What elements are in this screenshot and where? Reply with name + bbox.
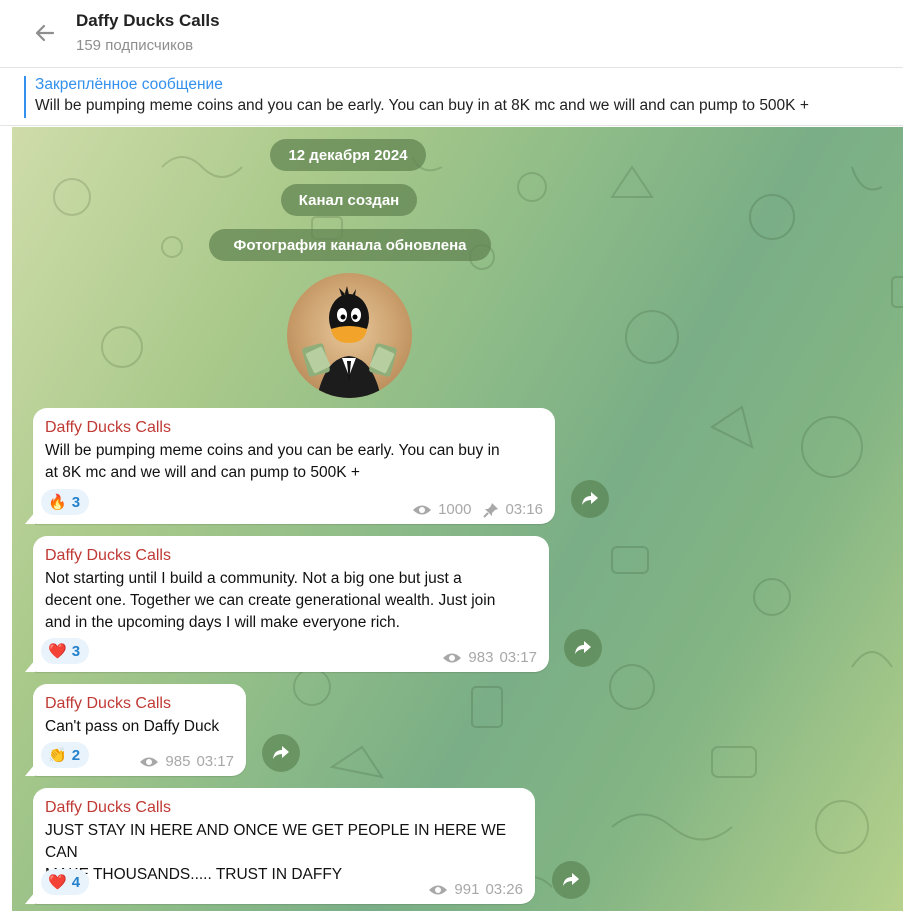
- view-count: 985: [165, 753, 191, 770]
- reaction-count: 4: [71, 873, 81, 891]
- clap-icon: 👏: [48, 746, 67, 764]
- message-time: 03:17: [499, 649, 537, 666]
- message-bubble[interactable]: Daffy Ducks Calls Not starting until I b…: [25, 536, 549, 672]
- share-icon: [582, 492, 598, 505]
- date-separator: 12 декабря 2024: [270, 139, 426, 171]
- fire-icon: 🔥: [48, 493, 67, 511]
- message-author[interactable]: Daffy Ducks Calls: [45, 418, 541, 438]
- pinned-message-bar[interactable]: Закреплённое сообщение Will be pumping m…: [0, 68, 903, 126]
- pin-icon: [483, 502, 499, 518]
- reaction-fire[interactable]: 🔥 3: [41, 489, 90, 515]
- message-meta: 991 03:26: [428, 881, 523, 898]
- chat-area[interactable]: 12 декабря 2024 Канал создан Фотография …: [12, 127, 903, 911]
- message-time: 03:26: [485, 881, 523, 898]
- reaction-count: 3: [71, 493, 81, 511]
- pinned-indicator: [24, 76, 26, 118]
- chat-header: Daffy Ducks Calls 159 подписчиков: [0, 0, 903, 68]
- subscriber-count: 159 подписчиков: [76, 37, 194, 54]
- message-time: 03:16: [505, 501, 543, 518]
- message-author[interactable]: Daffy Ducks Calls: [45, 694, 232, 714]
- view-count: 1000: [438, 501, 472, 518]
- reaction-clap[interactable]: 👏 2: [41, 742, 90, 768]
- message-bubble[interactable]: Daffy Ducks Calls Can't pass on Daffy Du…: [25, 684, 246, 776]
- share-icon: [563, 873, 579, 886]
- share-button[interactable]: [564, 629, 602, 667]
- share-button[interactable]: [552, 861, 590, 899]
- service-photo-updated: Фотография канала обновлена: [209, 229, 491, 261]
- channel-title[interactable]: Daffy Ducks Calls: [76, 11, 220, 31]
- back-arrow-icon: [35, 24, 55, 42]
- message-bubble[interactable]: Daffy Ducks Calls Will be pumping meme c…: [25, 408, 555, 524]
- reaction-count: 3: [71, 642, 81, 660]
- share-icon: [273, 746, 289, 759]
- channel-photo[interactable]: [287, 273, 412, 398]
- pinned-title: Закреплённое сообщение: [35, 76, 223, 93]
- heart-icon: ❤️: [48, 642, 67, 660]
- message-text: Not starting until I build a community. …: [45, 570, 496, 631]
- message-text: Can't pass on Daffy Duck: [45, 718, 220, 735]
- eye-icon: [443, 653, 462, 662]
- message-meta: 1000 03:16: [412, 501, 543, 518]
- message-text: JUST STAY IN HERE AND ONCE WE GET PEOPLE…: [45, 822, 507, 883]
- daffy-duck-image: [302, 286, 397, 398]
- reaction-heart[interactable]: ❤️ 3: [41, 638, 90, 664]
- share-button[interactable]: [262, 734, 300, 772]
- view-count: 983: [468, 649, 494, 666]
- view-count: 991: [454, 881, 480, 898]
- eye-icon: [413, 505, 432, 514]
- share-button[interactable]: [571, 480, 609, 518]
- message-meta: 985 03:17: [139, 753, 234, 770]
- message-author[interactable]: Daffy Ducks Calls: [45, 798, 521, 818]
- reaction-count: 2: [71, 746, 81, 764]
- share-icon: [575, 641, 591, 654]
- message-text: Will be pumping meme coins and you can b…: [45, 442, 500, 481]
- pinned-text: Will be pumping meme coins and you can b…: [35, 97, 809, 114]
- back-button[interactable]: [28, 16, 62, 50]
- heart-icon: ❤️: [48, 873, 67, 891]
- message-time: 03:17: [196, 753, 234, 770]
- reaction-heart[interactable]: ❤️ 4: [41, 869, 90, 895]
- message-meta: 983 03:17: [442, 649, 537, 666]
- service-channel-created: Канал создан: [281, 184, 417, 216]
- message-author[interactable]: Daffy Ducks Calls: [45, 546, 535, 566]
- eye-icon: [429, 885, 448, 894]
- eye-icon: [140, 757, 159, 766]
- message-bubble[interactable]: Daffy Ducks Calls JUST STAY IN HERE AND …: [25, 788, 535, 904]
